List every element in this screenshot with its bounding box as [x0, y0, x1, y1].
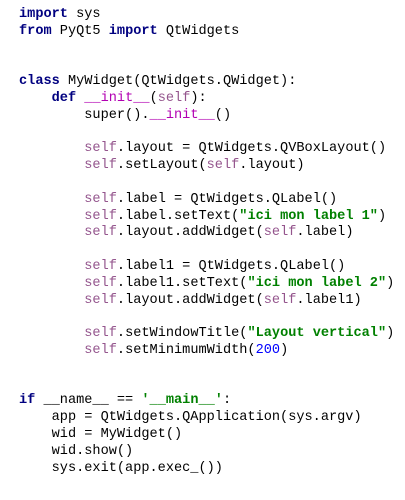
- code-line: self.setMinimumWidth(200): [19, 343, 405, 360]
- code-token: MyWidget(QtWidgets.QWidget):: [59, 74, 297, 90]
- code-line: self.label1 = QtWidgets.QLabel(): [19, 259, 405, 276]
- code-line: self.layout.addWidget(self.label1): [19, 293, 405, 310]
- code-token: .label1): [296, 292, 362, 308]
- code-token: sys.exit(app.exec_()): [19, 460, 223, 476]
- code-token: .layout.addWidget(: [116, 292, 264, 308]
- code-token: ):: [190, 90, 207, 106]
- code-token: (): [214, 107, 232, 123]
- code-token: ): [386, 326, 395, 342]
- self-token: self: [263, 292, 297, 308]
- keyword-token: from: [19, 23, 52, 39]
- code-token: .label): [296, 225, 354, 241]
- code-line: if __name__ == '__main__':: [19, 393, 405, 410]
- self-token: self: [84, 141, 117, 157]
- code-editor[interactable]: import sys from PyQt5 import QtWidgets cla…: [0, 0, 405, 477]
- code-line: self.setLayout(self.layout): [19, 158, 405, 175]
- keyword-token: if: [19, 393, 36, 409]
- self-token: self: [84, 225, 117, 241]
- string-token: "ici mon label 1": [239, 208, 378, 224]
- code-token: (: [149, 90, 158, 106]
- number-token: 200: [255, 342, 281, 358]
- keyword-token: import: [19, 7, 68, 22]
- code-line: def __init__(self):: [19, 91, 405, 108]
- code-token: QtWidgets: [157, 23, 240, 39]
- code-token: PyQt5: [51, 23, 109, 39]
- code-token: .label1 = QtWidgets.QLabel(): [116, 258, 346, 274]
- code-token: __name__ ==: [35, 393, 142, 409]
- code-token: .setLayout(: [116, 158, 207, 174]
- string-token: '__main__': [141, 393, 223, 409]
- code-token: .layout.addWidget(: [116, 225, 264, 241]
- self-token: self: [84, 275, 117, 291]
- self-token: self: [84, 342, 117, 358]
- self-token: self: [84, 292, 117, 308]
- code-line: super().__init__(): [19, 108, 405, 125]
- dunder-token: __init__: [149, 107, 215, 123]
- keyword-token: class: [19, 74, 60, 90]
- code-token: super().: [19, 107, 150, 123]
- code-line: self.label1.setText("ici mon label 2"): [19, 276, 405, 293]
- code-line: app = QtWidgets.QApplication(sys.argv): [19, 410, 405, 427]
- code-token: sys: [67, 7, 101, 22]
- code-line: self.label.setText("ici mon label 1"): [19, 209, 405, 226]
- keyword-token: import: [108, 23, 158, 39]
- code-token: wid = MyWidget(): [19, 426, 183, 442]
- string-token: "ici mon label 2": [247, 275, 387, 291]
- code-token: .layout): [239, 158, 305, 174]
- code-token: .label1.setText(: [116, 275, 248, 291]
- string-token: "Layout vertical": [247, 326, 387, 342]
- self-token: self: [84, 158, 117, 174]
- self-token: self: [157, 90, 191, 106]
- code-token: .setMinimumWidth(: [116, 342, 256, 358]
- code-token: .setWindowTitle(: [116, 326, 248, 342]
- dunder-token: __init__: [84, 90, 150, 106]
- code-token: ): [386, 275, 395, 291]
- code-line: wid.show(): [19, 444, 405, 461]
- code-line: from PyQt5 import QtWidgets: [19, 24, 405, 41]
- code-line: self.setWindowTitle("Layout vertical"): [19, 326, 405, 343]
- code-token: app = QtWidgets.QApplication(sys.argv): [19, 410, 362, 426]
- code-line: import sys: [19, 7, 405, 24]
- code-line: self.layout.addWidget(self.label): [19, 225, 405, 242]
- code-line: self.layout = QtWidgets.QVBoxLayout(): [19, 141, 405, 158]
- keyword-token: def: [51, 90, 77, 106]
- code-token: .label.setText(: [116, 208, 240, 224]
- code-token: ): [280, 342, 289, 358]
- code-line: wid = MyWidget(): [19, 427, 405, 444]
- code-token: ): [377, 208, 387, 224]
- code-token: wid.show(): [19, 443, 134, 459]
- self-token: self: [84, 191, 117, 207]
- self-token: self: [84, 258, 117, 274]
- self-token: self: [84, 326, 117, 342]
- code-token: .label = QtWidgets.QLabel(): [116, 191, 338, 207]
- self-token: self: [206, 158, 240, 174]
- code-line: class MyWidget(QtWidgets.QWidget):: [19, 74, 405, 91]
- code-token: .layout = QtWidgets.QVBoxLayout(): [116, 141, 387, 157]
- code-line: self.label = QtWidgets.QLabel(): [19, 192, 405, 209]
- code-token: :: [222, 393, 232, 409]
- code-line: sys.exit(app.exec_()): [19, 461, 405, 478]
- self-token: self: [263, 225, 297, 241]
- self-token: self: [84, 208, 117, 224]
